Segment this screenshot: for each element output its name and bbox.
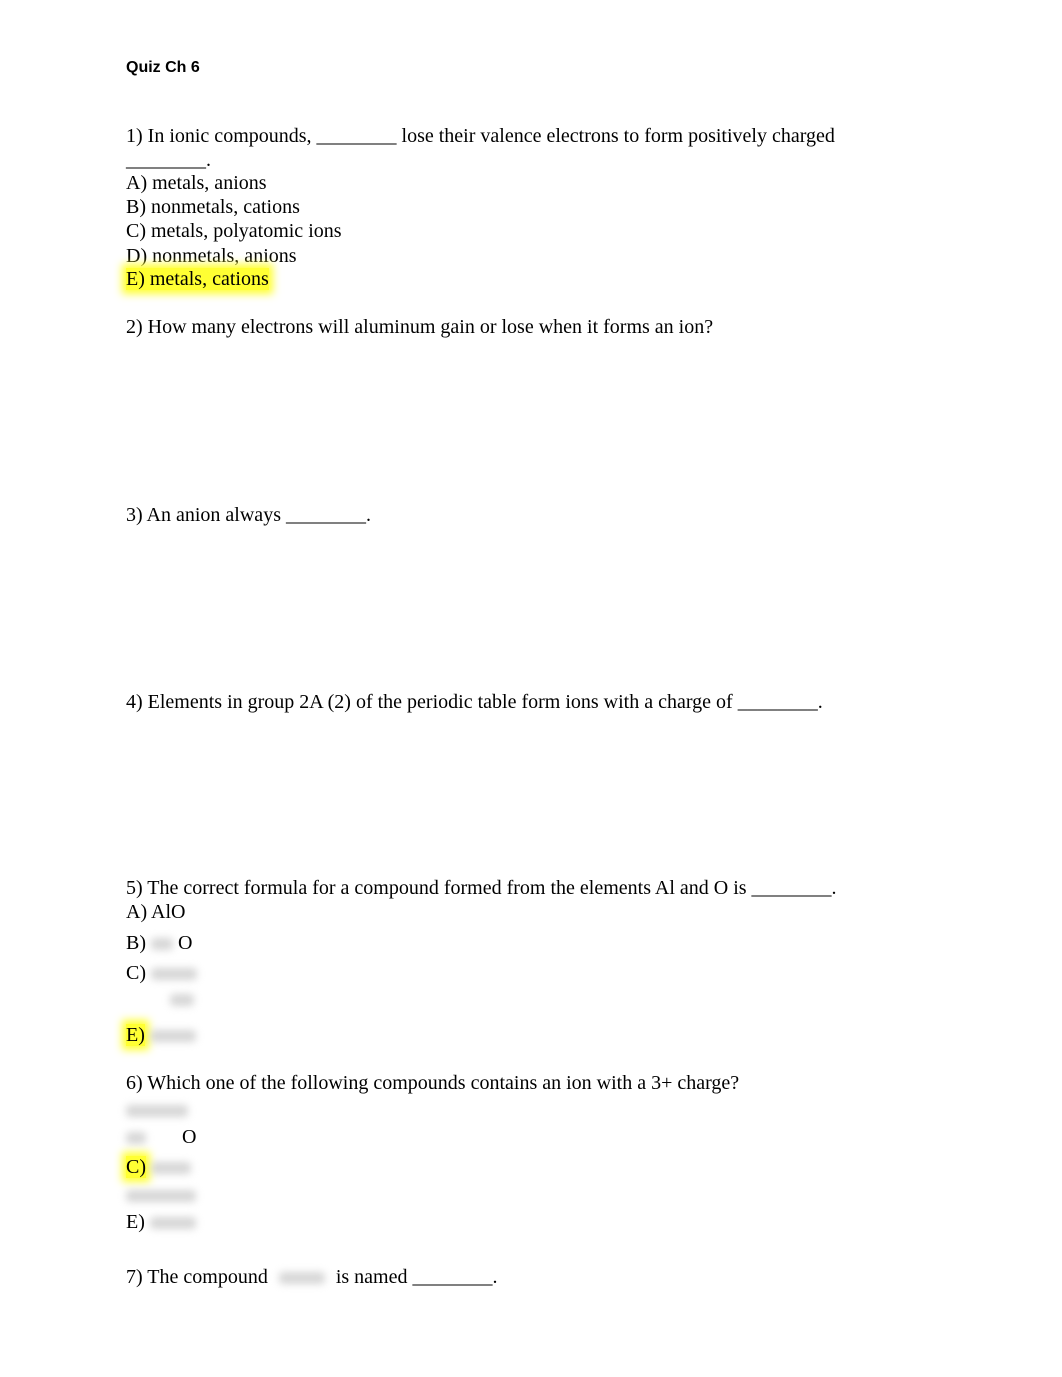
question-1-cont: ________.	[126, 149, 211, 171]
q6-option-e: E)	[126, 1211, 145, 1233]
question-4: 4) Elements in group 2A (2) of the perio…	[126, 691, 823, 713]
redacted-formula	[278, 1272, 325, 1285]
q5-option-a: A) AlO	[126, 901, 186, 923]
redacted-option	[126, 1132, 146, 1145]
q1-option-c: C) metals, polyatomic ions	[126, 220, 342, 242]
redacted-formula	[149, 1030, 196, 1043]
question-1: 1) In ionic compounds, ________ lose the…	[126, 125, 835, 147]
q1-option-e-highlighted: E) metals, cations	[126, 268, 269, 290]
q5-option-b: B)	[126, 932, 146, 954]
redacted-formula	[151, 1162, 191, 1175]
q5-option-b-suffix: O	[178, 932, 193, 954]
q1-option-b: B) nonmetals, cations	[126, 196, 300, 218]
document-title: Quiz Ch 6	[126, 59, 200, 76]
question-5: 5) The correct formula for a compound fo…	[126, 877, 837, 899]
q1-option-d: D) nonmetals, anions	[126, 245, 297, 267]
redacted-formula	[170, 994, 194, 1007]
q5-option-e-highlighted: E)	[126, 1024, 145, 1046]
q6-option-b-suffix: O	[182, 1126, 197, 1148]
redacted-option	[126, 1190, 196, 1203]
question-3: 3) An anion always ________.	[126, 504, 371, 526]
q6-option-c-highlighted: C)	[126, 1156, 146, 1178]
question-2: 2) How many electrons will aluminum gain…	[126, 316, 714, 338]
q5-option-c: C)	[126, 962, 146, 984]
redacted-formula	[151, 968, 197, 981]
redacted-formula	[149, 1217, 196, 1230]
redacted-option	[126, 1105, 188, 1118]
redacted-formula	[151, 938, 173, 951]
q1-option-a: A) metals, anions	[126, 172, 267, 194]
question-7-suffix: is named ________.	[335, 1266, 498, 1288]
question-6: 6) Which one of the following compounds …	[126, 1072, 740, 1094]
question-7-prefix: 7) The compound	[126, 1266, 268, 1288]
